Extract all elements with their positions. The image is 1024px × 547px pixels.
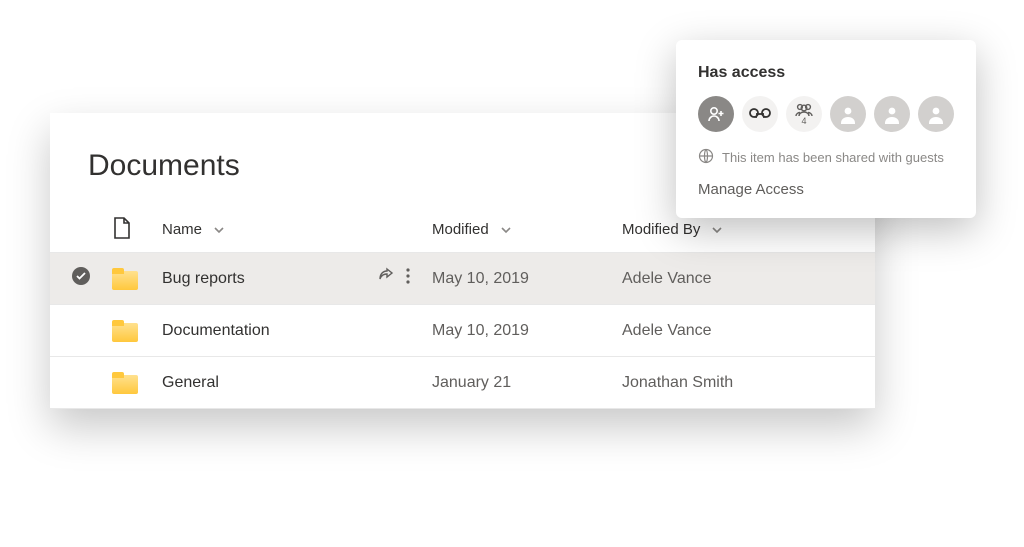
documents-table: Name Modified Modified By xyxy=(50,207,875,409)
table-row[interactable]: Documentation May 10, 2019 Adele Vance xyxy=(50,305,875,357)
person-avatar[interactable] xyxy=(918,96,954,132)
globe-icon xyxy=(698,148,714,167)
group-count: 4 xyxy=(801,116,806,126)
col-name[interactable]: Name xyxy=(162,221,202,238)
person-avatar[interactable] xyxy=(830,96,866,132)
share-icon[interactable] xyxy=(376,267,394,290)
popover-title: Has access xyxy=(698,64,954,82)
chevron-down-icon[interactable] xyxy=(710,223,724,237)
guest-notice-text: This item has been shared with guests xyxy=(722,150,944,165)
item-modified-by: Adele Vance xyxy=(622,322,862,340)
manage-access-link[interactable]: Manage Access xyxy=(698,181,954,198)
table-row[interactable]: General January 21 Jonathan Smith xyxy=(50,357,875,409)
has-access-popover: Has access 4 xyxy=(676,40,976,218)
file-type-icon xyxy=(112,216,162,244)
folder-icon xyxy=(112,372,138,394)
guest-notice: This item has been shared with guests xyxy=(698,148,954,167)
checkmark-icon[interactable] xyxy=(71,266,91,291)
item-name: Documentation xyxy=(162,322,270,340)
link-icon[interactable] xyxy=(742,96,778,132)
item-name: General xyxy=(162,374,219,392)
col-modified[interactable]: Modified xyxy=(432,221,489,238)
folder-icon xyxy=(112,268,138,290)
item-modified: May 10, 2019 xyxy=(432,270,622,288)
add-person-button[interactable] xyxy=(698,96,734,132)
folder-icon xyxy=(112,320,138,342)
more-icon[interactable] xyxy=(406,267,410,290)
group-icon[interactable]: 4 xyxy=(786,96,822,132)
col-modified-by[interactable]: Modified By xyxy=(622,221,700,238)
person-avatar[interactable] xyxy=(874,96,910,132)
chevron-down-icon[interactable] xyxy=(212,223,226,237)
chevron-down-icon[interactable] xyxy=(499,223,513,237)
item-name: Bug reports xyxy=(162,270,245,288)
table-row[interactable]: Bug reports May 10, 2019 Adele Vance xyxy=(50,253,875,305)
item-modified: January 21 xyxy=(432,374,622,392)
item-modified-by: Adele Vance xyxy=(622,270,862,288)
item-modified-by: Jonathan Smith xyxy=(622,374,862,392)
item-modified: May 10, 2019 xyxy=(432,322,622,340)
access-avatars: 4 xyxy=(698,96,954,132)
